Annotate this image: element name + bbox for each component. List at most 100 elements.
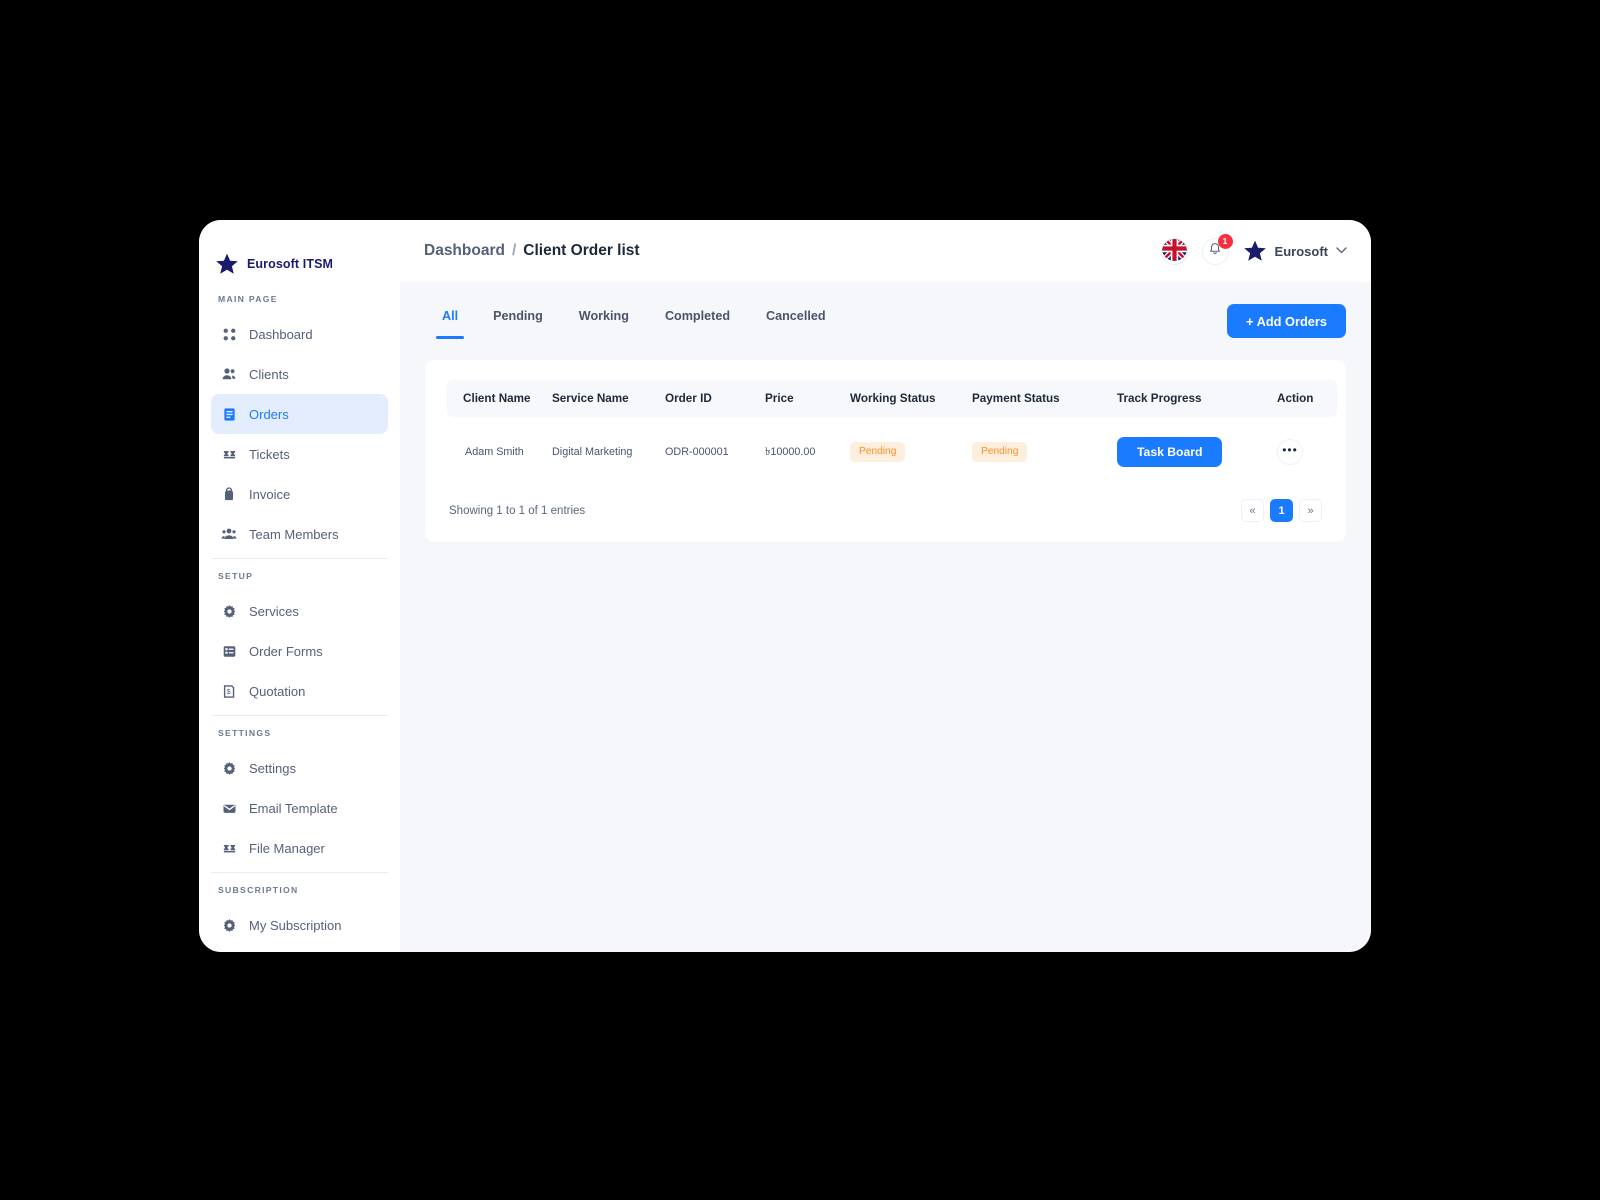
gear-icon [221, 603, 237, 619]
cell-track-progress: Task Board [1117, 417, 1277, 483]
user-menu[interactable]: Eurosoft [1243, 239, 1347, 263]
kebab-menu-icon[interactable]: ••• [1277, 439, 1303, 465]
nav-heading-subscription: SUBSCRIPTION [218, 885, 299, 895]
task-board-button[interactable]: Task Board [1117, 437, 1223, 467]
column-header-track-progress: Track Progress [1117, 392, 1202, 405]
column-header-order-id: Order ID [665, 392, 712, 405]
cell-payment-status: Pending [972, 417, 1117, 483]
sidebar-item-label: Order Forms [249, 643, 323, 659]
gear-icon [221, 917, 237, 933]
sidebar-item-my-subscription[interactable]: My Subscription [211, 905, 388, 945]
breadcrumb-parent[interactable]: Dashboard [424, 242, 505, 260]
tabs-row: All Pending Working Completed Cancelled … [425, 304, 1346, 360]
sidebar-item-label: My Subscription [249, 917, 342, 933]
column-header-working-status: Working Status [850, 392, 936, 405]
table-footer: Showing 1 to 1 of 1 entries « 1 » [447, 499, 1324, 522]
sidebar-item-label: Dashboard [249, 326, 313, 342]
mail-icon [221, 800, 237, 816]
status-badge: Pending [850, 441, 906, 463]
sidebar-item-orders[interactable]: Orders [211, 394, 388, 434]
sidebar-item-tickets[interactable]: Tickets [211, 434, 388, 474]
user-name: Eurosoft [1274, 243, 1328, 259]
puzzle-icon [221, 840, 237, 856]
sidebar-item-label: Services [249, 603, 299, 619]
table-header-row: Client Name Service Name Order ID Price … [447, 380, 1337, 417]
sidebar-item-label: Email Template [249, 800, 338, 816]
sidebar-item-clients[interactable]: Clients [211, 354, 388, 394]
sidebar-item-label: Tickets [249, 446, 290, 462]
cell-client-name: Adam Smith [465, 446, 524, 458]
column-header-payment-status: Payment Status [972, 392, 1060, 405]
table-body: Adam Smith Digital Marketing ODR-000001 … [447, 417, 1337, 483]
gear-icon [221, 760, 237, 776]
content-area: All Pending Working Completed Cancelled … [400, 282, 1371, 952]
column-header-action: Action [1277, 392, 1314, 405]
sidebar-item-label: Settings [249, 760, 296, 776]
nav-sections: MAIN PAGE Dashboard Clients Orders Ticke… [199, 282, 400, 945]
sidebar-item-settings[interactable]: Settings [211, 748, 388, 788]
breadcrumb: Dashboard / Client Order list [424, 242, 640, 260]
receipt-icon: $ [221, 683, 237, 699]
column-header-client-name: Client Name [463, 392, 531, 405]
sidebar-item-label: Team Members [249, 526, 339, 542]
sidebar-item-dashboard[interactable]: Dashboard [211, 314, 388, 354]
grid-dots-icon [221, 326, 237, 342]
brand[interactable]: Eurosoft ITSM [199, 220, 400, 282]
avatar [1243, 239, 1267, 263]
entries-summary: Showing 1 to 1 of 1 entries [449, 504, 586, 517]
tab-pending[interactable]: Pending [475, 304, 561, 339]
sidebar-item-services[interactable]: Services [211, 591, 388, 631]
cell-working-status: Pending [850, 417, 972, 483]
tab-cancelled[interactable]: Cancelled [748, 304, 844, 339]
sidebar-item-label: Orders [249, 406, 289, 422]
cell-action: ••• [1277, 417, 1337, 483]
breadcrumb-separator: / [511, 242, 517, 259]
sidebar-item-file-manager[interactable]: File Manager [211, 828, 388, 868]
star-icon [215, 252, 239, 276]
ticket-icon [221, 446, 237, 462]
pagination: « 1 » [1241, 499, 1322, 522]
sidebar-item-label: Clients [249, 366, 289, 382]
sidebar-item-team-members[interactable]: Team Members [211, 514, 388, 554]
cell-order-id: ODR-000001 [665, 446, 729, 458]
orders-card: Client Name Service Name Order ID Price … [425, 360, 1346, 542]
nav-heading-settings: SETTINGS [218, 728, 272, 738]
sidebar-item-label: Quotation [249, 683, 306, 699]
pagination-prev[interactable]: « [1241, 499, 1264, 522]
sidebar-item-quotation[interactable]: $ Quotation [211, 671, 388, 711]
topbar: Dashboard / Client Order list 1 Eurosoft [400, 220, 1371, 282]
tab-all[interactable]: All [425, 304, 475, 339]
chevron-down-icon [1336, 246, 1347, 257]
sidebar-item-email-template[interactable]: Email Template [211, 788, 388, 828]
uk-flag-icon [1161, 238, 1187, 264]
pagination-next[interactable]: » [1299, 499, 1322, 522]
users-icon [221, 366, 237, 382]
add-orders-button[interactable]: + Add Orders [1227, 304, 1346, 338]
column-header-price: Price [765, 392, 794, 405]
page-title: Client Order list [523, 242, 640, 259]
table-row[interactable]: Adam Smith Digital Marketing ODR-000001 … [447, 417, 1337, 483]
nav-heading-main-page: MAIN PAGE [218, 294, 278, 304]
orders-table: Client Name Service Name Order ID Price … [447, 380, 1337, 483]
status-tabs: All Pending Working Completed Cancelled [425, 304, 844, 339]
language-switcher[interactable] [1160, 237, 1188, 265]
sidebar-item-label: File Manager [249, 840, 325, 856]
topbar-actions: 1 Eurosoft [1160, 233, 1347, 265]
tab-working[interactable]: Working [561, 304, 647, 339]
sidebar-item-invoice[interactable]: Invoice [211, 474, 388, 514]
main-area: Dashboard / Client Order list 1 Eurosoft… [400, 220, 1371, 952]
tab-completed[interactable]: Completed [647, 304, 748, 339]
lock-doc-icon [221, 486, 237, 502]
notifications-button[interactable]: 1 [1201, 233, 1233, 265]
notification-count-badge: 1 [1217, 233, 1233, 249]
sidebar-item-order-forms[interactable]: Order Forms [211, 631, 388, 671]
nav-heading-setup: SETUP [218, 571, 254, 581]
pagination-page-1[interactable]: 1 [1270, 499, 1293, 522]
svg-text:$: $ [227, 689, 231, 696]
brand-name: Eurosoft ITSM [247, 257, 334, 271]
cell-price: ৳10000.00 [765, 445, 816, 458]
team-icon [221, 526, 237, 542]
form-list-icon [221, 643, 237, 659]
app-window: Eurosoft ITSM MAIN PAGE Dashboard Client… [199, 220, 1371, 952]
table-head: Client Name Service Name Order ID Price … [447, 380, 1337, 417]
